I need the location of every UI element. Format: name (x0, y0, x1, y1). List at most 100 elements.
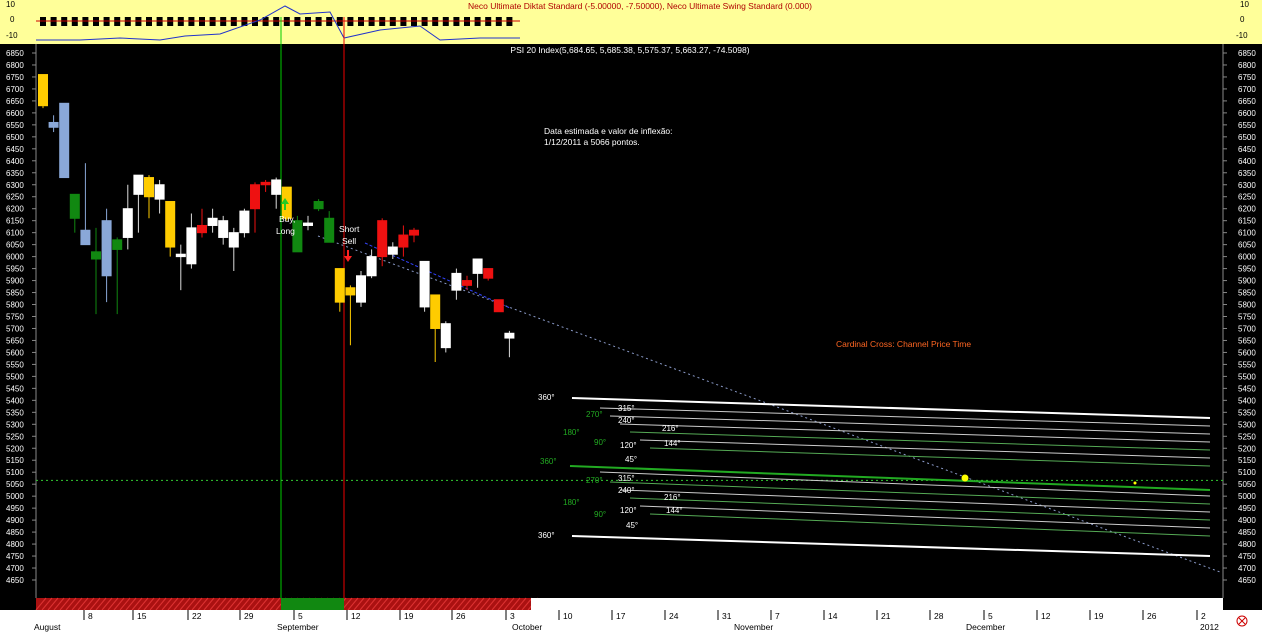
candle-body (91, 251, 101, 260)
y-tick-label-right: 6450 (1238, 145, 1256, 154)
angle-label: 180° (563, 428, 580, 437)
y-tick-label-right: 5850 (1238, 289, 1256, 298)
x-tick-label: 31 (722, 611, 732, 621)
x-tick-label: 7 (775, 611, 780, 621)
y-tick-label-left: 5900 (6, 277, 24, 286)
x-tick-label: 22 (192, 611, 202, 621)
inflexion-note-2: 1/12/2011 a 5066 pontos. (544, 137, 640, 147)
y-tick-label-right: 5350 (1238, 408, 1256, 417)
angle-label: 144° (664, 439, 681, 448)
candle-body (493, 299, 504, 313)
x-tick-label: 19 (1094, 611, 1104, 621)
angle-label: 315° (618, 474, 635, 483)
x-tick-label: 29 (244, 611, 254, 621)
candle-body (472, 258, 483, 274)
y-tick-label-left: 5700 (6, 324, 24, 333)
y-tick-label-left: 5950 (6, 265, 24, 274)
y-tick-label-right: 5150 (1238, 456, 1256, 465)
y-tick-label-right: 5000 (1238, 492, 1256, 501)
y-tick-label-left: 5750 (6, 313, 24, 322)
x-tick-label: 10 (563, 611, 573, 621)
y-tick-label-right: 5300 (1238, 420, 1256, 429)
candle-body (228, 232, 239, 248)
y-tick-label-right: 5800 (1238, 301, 1256, 310)
candle-body (80, 229, 91, 246)
x-tick-label: 19 (404, 611, 414, 621)
candle-body (175, 253, 186, 258)
candle-body (207, 217, 218, 226)
x-month-label: 2012 (1200, 622, 1219, 632)
y-tick-label-right: 5400 (1238, 396, 1256, 405)
y-tick-label-right: 6550 (1238, 121, 1256, 130)
angle-label: 90° (594, 438, 606, 447)
candle-body (451, 272, 462, 291)
angle-label: 360° (538, 531, 555, 540)
candle-body (334, 268, 345, 303)
candle-body (59, 102, 70, 179)
y-tick-label-right: 4800 (1238, 540, 1256, 549)
y-tick-label-right: 6500 (1238, 133, 1256, 142)
y-tick-label-left: 6000 (6, 253, 24, 262)
y-tick-label-left: 6750 (6, 73, 24, 82)
angle-label: 180° (563, 498, 580, 507)
candle-body (239, 210, 250, 234)
y-tick-label-left: 6200 (6, 205, 24, 214)
y-tick-label-left: 6500 (6, 133, 24, 142)
indicator-title: Neco Ultimate Diktat Standard (-5.00000,… (468, 1, 812, 11)
x-month-label: August (34, 622, 61, 632)
angle-label: 45° (625, 455, 637, 464)
y-tick-label-right: 5900 (1238, 277, 1256, 286)
y-tick-label-left: 6600 (6, 109, 24, 118)
y-tick-label-left: 5600 (6, 348, 24, 357)
y-tick-label-left: 6650 (6, 97, 24, 106)
y-tick-label-right: 5050 (1238, 480, 1256, 489)
angle-label: 120° (620, 506, 637, 515)
y-tick-label-right: 5200 (1238, 444, 1256, 453)
candle-body (133, 174, 144, 195)
y-tick-label-right: 5950 (1238, 265, 1256, 274)
y-tick-label-right: 5450 (1238, 384, 1256, 393)
y-tick-label-left: 5300 (6, 420, 24, 429)
candle-body (112, 239, 123, 250)
y-tick-label-right: 6600 (1238, 109, 1256, 118)
inflexion-note-1: Data estimada e valor de inflexão: (544, 126, 673, 136)
y-tick-label-right: 6650 (1238, 97, 1256, 106)
candle-body (377, 220, 388, 258)
y-tick-label-left: 5000 (6, 492, 24, 501)
angle-label: 360° (538, 393, 555, 402)
candle-body (483, 268, 494, 279)
y-tick-label-left: 4750 (6, 552, 24, 561)
y-tick-label-right: 5650 (1238, 336, 1256, 345)
y-tick-label-right: 5600 (1238, 348, 1256, 357)
chart-title: PSI 20 Index(5,684.65, 5,685.38, 5,575.3… (510, 45, 749, 55)
x-tick-label: 15 (137, 611, 147, 621)
y-tick-label-left: 6800 (6, 61, 24, 70)
y-tick-label-left: 6350 (6, 169, 24, 178)
y-tick-label-left: 4850 (6, 528, 24, 537)
candle-body (122, 208, 133, 238)
angle-label: 45° (626, 521, 638, 530)
x-tick-label: 8 (88, 611, 93, 621)
cardinal-cross-label: Cardinal Cross: Channel Price Time (836, 339, 971, 349)
y-tick-label-left: 6250 (6, 193, 24, 202)
y-tick-label-right: 6250 (1238, 193, 1256, 202)
x-tick-label: 14 (828, 611, 838, 621)
y-tick-label-right: 6750 (1238, 73, 1256, 82)
x-tick-label: 3 (510, 611, 515, 621)
angle-label: 240° (618, 416, 635, 425)
y-tick-label-left: 6400 (6, 157, 24, 166)
indicator-tick-right-mid: 0 (1240, 15, 1245, 24)
angle-label: 240° (618, 486, 635, 495)
bottom-strip-white (531, 598, 1223, 610)
x-tick-label: 24 (669, 611, 679, 621)
angle-label: 270° (586, 410, 603, 419)
indicator-tick-right-top: 10 (1240, 0, 1249, 9)
candle-body (260, 181, 271, 186)
y-tick-label-left: 5250 (6, 432, 24, 441)
x-tick-label: 12 (1041, 611, 1051, 621)
y-tick-label-right: 5100 (1238, 468, 1256, 477)
y-tick-label-left: 4650 (6, 576, 24, 585)
y-tick-label-right: 4900 (1238, 516, 1256, 525)
angle-label: 216° (662, 424, 679, 433)
angle-label: 90° (594, 510, 606, 519)
